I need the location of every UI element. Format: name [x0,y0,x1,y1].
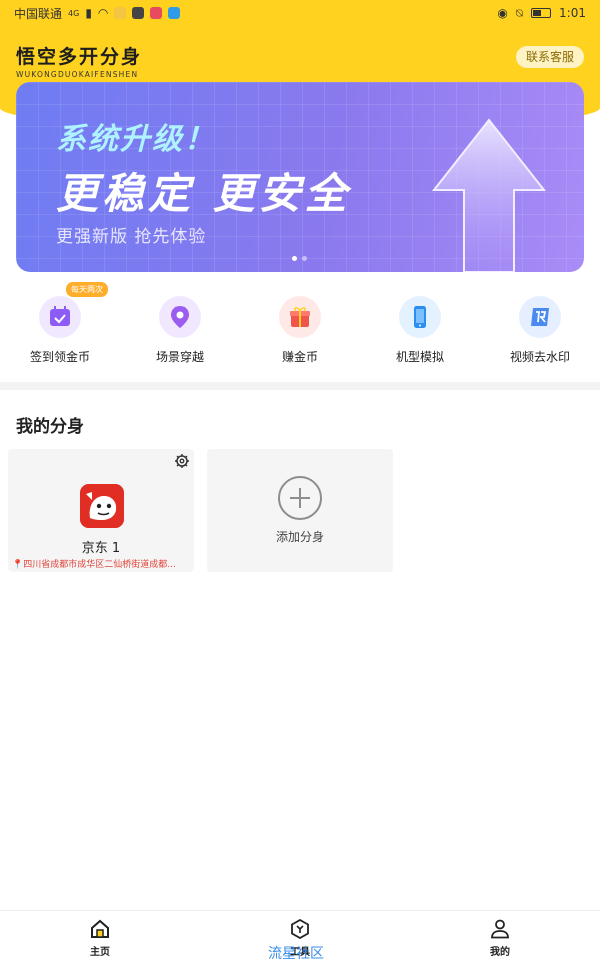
site-watermark: 流星社区 [268,946,324,960]
jd-app-icon [80,484,124,528]
app-subtitle: WUKONGDUOKAIFENSHEN [16,70,139,79]
notification-app-icon [150,7,163,19]
promo-banner[interactable]: 系统升级！ 更稳定 更安全 更强新版 抢先体验 [16,82,584,272]
location-pin-icon: 📍 [12,560,24,570]
watermark-icon [519,296,561,338]
notification-app-icon [114,7,127,19]
eye-icon: ◉ [497,6,508,20]
phone-icon [399,296,441,338]
quick-action-label: 场景穿越 [155,350,204,364]
pagination-dot[interactable] [302,256,307,261]
gear-icon[interactable] [174,453,190,469]
status-bar: 中国联通 4G ▮ ◠ ◉ ⍉ 1:01 [0,0,600,26]
calendar-check-icon [39,296,81,338]
section-divider [0,382,600,390]
gift-icon [279,296,321,338]
clone-name: 京东 1 [81,541,121,556]
quick-actions: 每天两次 签到领金币 场景穿越 赚金币 机型模拟 视频去水印 [0,282,600,376]
location-pin-icon [159,296,201,338]
quick-action-watermark[interactable]: 视频去水印 [480,296,600,376]
quick-action-label: 赚金币 [281,350,318,364]
clone-location-text: 四川省成都市成华区二仙桥街道成都... [23,560,176,570]
clock: 1:01 [559,6,586,20]
notification-app-icon [168,7,181,19]
carrier-label: 中国联通 [14,6,63,21]
wifi-icon: ◠ [97,6,109,20]
nav-label: 主页 [90,947,110,958]
clone-card[interactable]: 京东 1 📍四川省成都市成华区二仙桥街道成都... [8,449,194,572]
banner-title: 更稳定 更安全 [56,169,351,218]
banner-subtitle: 更强新版 抢先体验 [56,227,207,247]
checkin-badge: 每天两次 [66,282,108,297]
home-icon [91,919,109,938]
contact-service-button[interactable]: 联系客服 [515,46,584,68]
app-header: 悟空多开分身 WUKONGDUOKAIFENSHEN 联系客服 [16,42,584,79]
mute-bell-icon: ⍉ [515,5,524,20]
banner-pagination [292,256,307,261]
quick-action-checkin[interactable]: 每天两次 签到领金币 [0,282,120,376]
quick-action-label: 视频去水印 [509,350,570,364]
app-title: 悟空多开分身 [16,46,143,68]
tools-icon [291,919,309,939]
signal-label: 4G [68,8,80,18]
banner-headline: 系统升级！ [56,122,216,157]
nav-home[interactable]: 主页 [0,911,200,960]
add-clone-label: 添加分身 [275,530,324,544]
add-clone-button[interactable]: 添加分身 [207,449,393,572]
notification-app-icon [132,7,145,19]
clone-location: 📍四川省成都市成华区二仙桥街道成都... [12,557,190,570]
nav-profile[interactable]: 我的 [400,911,600,960]
quick-action-earn[interactable]: 赚金币 [240,296,360,376]
quick-action-label: 签到领金币 [29,350,90,364]
quick-action-scene[interactable]: 场景穿越 [120,296,240,376]
pagination-dot[interactable] [292,256,297,261]
quick-action-label: 机型模拟 [395,350,444,364]
clones-section-title: 我的分身 [16,417,84,437]
quick-action-device[interactable]: 机型模拟 [360,296,480,376]
up-arrow-icon [431,118,547,272]
profile-icon [491,919,509,939]
signal-icon: ▮ [85,6,92,20]
battery-icon [531,8,552,18]
nav-label: 我的 [490,947,510,958]
plus-icon [278,476,322,520]
